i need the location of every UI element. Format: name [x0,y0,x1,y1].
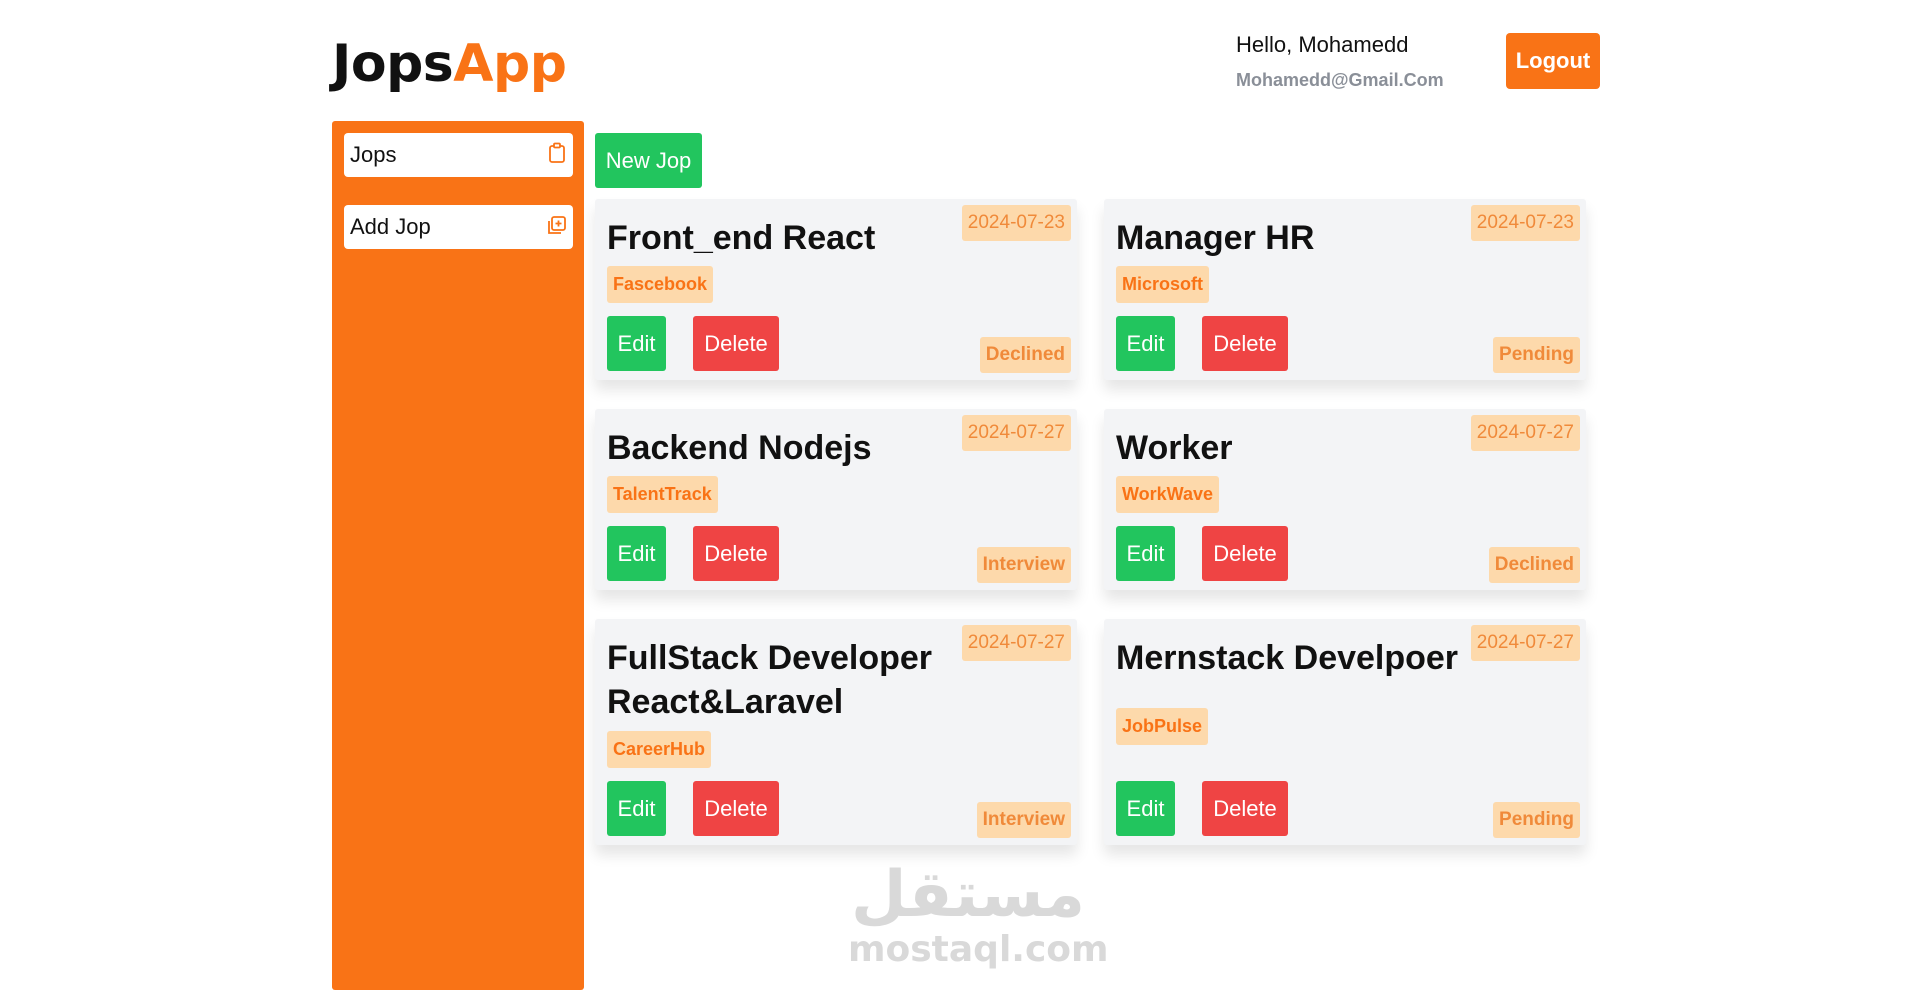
delete-button[interactable]: Delete [1202,316,1288,371]
logout-button[interactable]: Logout [1506,33,1600,89]
job-title: Front_end React [607,219,876,257]
job-date-badge: 2024-07-27 [961,625,1071,661]
company-badge: WorkWave [1116,476,1220,513]
company-badge: CareerHub [607,731,712,768]
edit-button[interactable]: Edit [1116,781,1175,836]
status-badge: Declined [979,337,1071,373]
job-card: Backend Nodejs 2024-07-27 TalentTrack Ed… [595,409,1077,590]
logo-text-accent: App [453,34,567,94]
job-date-badge: 2024-07-23 [961,205,1071,241]
company-badge: JobPulse [1116,708,1209,745]
delete-button[interactable]: Delete [693,316,779,371]
sidebar: Jops Add Jop [332,121,584,990]
new-job-button[interactable]: New Jop [595,133,702,188]
status-badge: Interview [976,802,1071,838]
status-badge: Pending [1493,802,1580,838]
company-badge: TalentTrack [607,476,718,513]
edit-button[interactable]: Edit [607,781,666,836]
watermark-arabic: مستقل [850,858,1086,932]
job-date-badge: 2024-07-23 [1470,205,1580,241]
app-logo[interactable]: JopsApp [332,34,567,94]
status-badge: Declined [1488,547,1580,583]
sidebar-item-label: Jops [350,142,397,167]
delete-button[interactable]: Delete [1202,526,1288,581]
edit-button[interactable]: Edit [607,526,666,581]
add-square-icon [547,214,567,241]
sidebar-item-jops[interactable]: Jops [344,133,573,177]
job-card: FullStack Developer React&Laravel 2024-0… [595,619,1077,845]
job-title: Mernstack Develpoer [1116,639,1459,677]
user-greeting: Hello, Mohamedd [1236,32,1409,57]
job-card: Manager HR 2024-07-23 Microsoft Edit Del… [1104,199,1586,380]
sidebar-item-add-jop[interactable]: Add Jop [344,205,573,249]
edit-button[interactable]: Edit [1116,526,1175,581]
job-date-badge: 2024-07-27 [1470,415,1580,451]
delete-button[interactable]: Delete [1202,781,1288,836]
status-badge: Interview [976,547,1071,583]
company-badge: Fascebook [607,266,714,303]
job-card: Front_end React 2024-07-23 Fascebook Edi… [595,199,1077,380]
clipboard-icon [547,142,567,169]
job-title: FullStack Developer React&Laravel [607,639,933,721]
job-date-badge: 2024-07-27 [1470,625,1580,661]
page: JopsApp Hello, Mohamedd Mohamedd@Gmail.C… [0,0,1919,990]
job-title: Worker [1116,429,1233,467]
company-badge: Microsoft [1116,266,1209,303]
edit-button[interactable]: Edit [607,316,666,371]
watermark: مستقل mostaql.com [848,858,1109,970]
watermark-latin: mostaql.com [848,929,1109,970]
job-date-badge: 2024-07-27 [961,415,1071,451]
logo-text-primary: Jops [332,34,454,94]
delete-button[interactable]: Delete [693,781,779,836]
user-info: Hello, Mohamedd Mohamedd@Gmail.Com [1236,32,1444,91]
delete-button[interactable]: Delete [693,526,779,581]
edit-button[interactable]: Edit [1116,316,1175,371]
user-email: Mohamedd@Gmail.Com [1236,70,1444,90]
status-badge: Pending [1493,337,1580,373]
job-title: Manager HR [1116,219,1315,257]
job-title: Backend Nodejs [607,429,872,467]
job-card: Worker 2024-07-27 WorkWave Edit Delete D… [1104,409,1586,590]
job-card: Mernstack Develpoer 2024-07-27 JobPulse … [1104,619,1586,845]
sidebar-item-label: Add Jop [350,214,431,239]
